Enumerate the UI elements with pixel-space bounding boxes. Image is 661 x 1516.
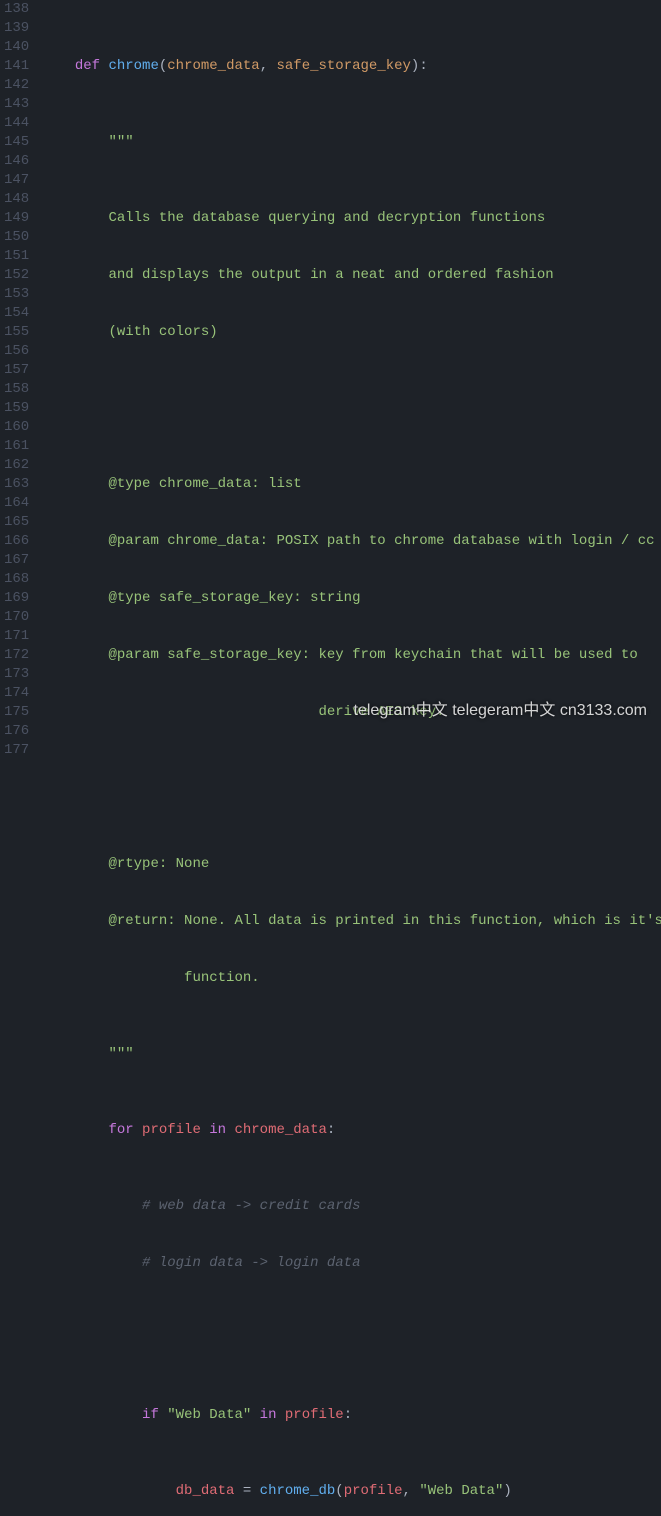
line-number: 158: [4, 380, 29, 399]
line-number: 162: [4, 456, 29, 475]
code-line: # web data -> credit cards: [41, 1197, 661, 1216]
code-line: @type chrome_data: list: [41, 475, 661, 494]
line-number: 161: [4, 437, 29, 456]
line-number: 154: [4, 304, 29, 323]
function-name: chrome: [108, 58, 158, 74]
line-number: 163: [4, 475, 29, 494]
line-number: 152: [4, 266, 29, 285]
line-number: 142: [4, 76, 29, 95]
line-number-gutter: 1381391401411421431441451461471481491501…: [0, 0, 37, 758]
code-area[interactable]: def chrome(chrome_data, safe_storage_key…: [37, 0, 661, 758]
line-number: 146: [4, 152, 29, 171]
code-line: if "Web Data" in profile:: [41, 1406, 661, 1425]
line-number: 147: [4, 171, 29, 190]
line-number: 141: [4, 57, 29, 76]
code-line: """: [41, 133, 661, 152]
line-number: 145: [4, 133, 29, 152]
line-number: 150: [4, 228, 29, 247]
code-line: @type safe_storage_key: string: [41, 589, 661, 608]
line-number: 140: [4, 38, 29, 57]
line-number: 143: [4, 95, 29, 114]
line-number: 172: [4, 646, 29, 665]
line-number: 167: [4, 551, 29, 570]
line-number: 153: [4, 285, 29, 304]
code-line: db_data = chrome_db(profile, "Web Data"): [41, 1482, 661, 1501]
code-line: """: [41, 1045, 661, 1064]
code-line: Calls the database querying and decrypti…: [41, 209, 661, 228]
code-line: [41, 779, 661, 798]
code-line: derive AES key.: [41, 703, 661, 722]
code-line: def chrome(chrome_data, safe_storage_key…: [41, 57, 661, 76]
code-line: for profile in chrome_data:: [41, 1121, 661, 1140]
code-line: [41, 1330, 661, 1349]
line-number: 177: [4, 741, 29, 760]
code-line: @rtype: None: [41, 855, 661, 874]
code-line: @param chrome_data: POSIX path to chrome…: [41, 532, 661, 551]
line-number: 144: [4, 114, 29, 133]
line-number: 171: [4, 627, 29, 646]
line-number: 160: [4, 418, 29, 437]
line-number: 139: [4, 19, 29, 38]
line-number: 166: [4, 532, 29, 551]
code-line: (with colors): [41, 323, 661, 342]
line-number: 165: [4, 513, 29, 532]
line-number: 156: [4, 342, 29, 361]
code-editor[interactable]: 1381391401411421431441451461471481491501…: [0, 0, 661, 758]
line-number: 173: [4, 665, 29, 684]
keyword-def: def: [75, 58, 109, 74]
line-number: 176: [4, 722, 29, 741]
line-number: 170: [4, 608, 29, 627]
code-line: @param safe_storage_key: key from keycha…: [41, 646, 661, 665]
line-number: 169: [4, 589, 29, 608]
line-number: 138: [4, 0, 29, 19]
line-number: 157: [4, 361, 29, 380]
code-line: and displays the output in a neat and or…: [41, 266, 661, 285]
code-line: # login data -> login data: [41, 1254, 661, 1273]
code-line: [41, 399, 661, 418]
code-line: function.: [41, 969, 661, 988]
line-number: 149: [4, 209, 29, 228]
line-number: 175: [4, 703, 29, 722]
line-number: 148: [4, 190, 29, 209]
line-number: 151: [4, 247, 29, 266]
line-number: 159: [4, 399, 29, 418]
code-line: @return: None. All data is printed in th…: [41, 912, 661, 931]
line-number: 164: [4, 494, 29, 513]
line-number: 168: [4, 570, 29, 589]
line-number: 174: [4, 684, 29, 703]
line-number: 155: [4, 323, 29, 342]
